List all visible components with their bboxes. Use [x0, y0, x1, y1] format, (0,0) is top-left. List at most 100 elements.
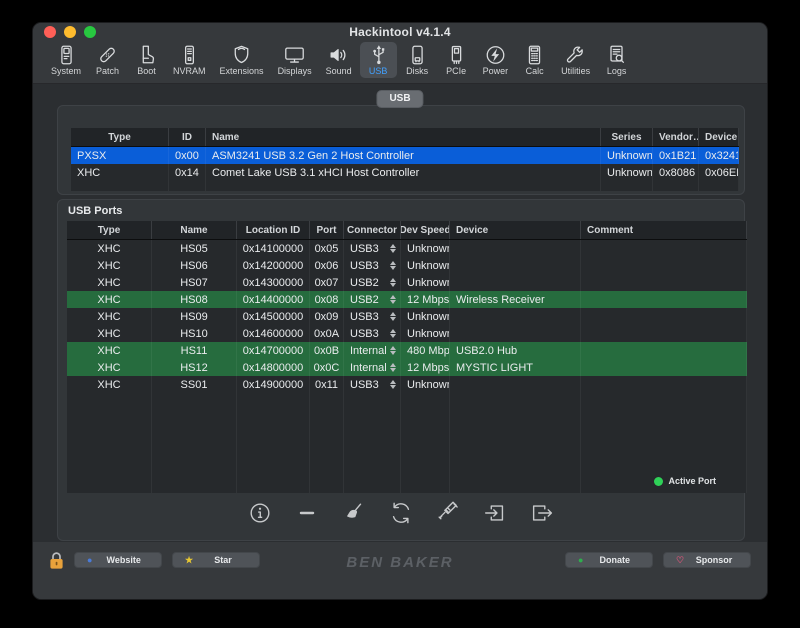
cell-dev_speed: 480 Mbps — [401, 342, 450, 359]
column-header[interactable]: ID — [169, 128, 206, 146]
toolbar-item-pcie[interactable]: PCIe — [438, 42, 475, 78]
star-button[interactable]: ★ Star — [172, 552, 260, 568]
cell-value: Unknown — [407, 311, 450, 323]
cell-dev_speed: Unknown — [401, 325, 450, 342]
cell-type: XHC — [67, 257, 152, 274]
port-row[interactable]: XHCHS050x141000000x05USB3Unknown — [67, 240, 747, 257]
cell-dev_speed: Unknown — [401, 257, 450, 274]
cell-type: XHC — [67, 376, 152, 393]
cell-device: USB2.0 Hub — [450, 342, 581, 359]
titlebar[interactable]: Hackintool v4.1.4 — [33, 23, 767, 41]
cell-type: PXSX — [71, 147, 169, 164]
clean-button[interactable] — [341, 500, 367, 526]
column-header[interactable]: Comment — [581, 221, 747, 239]
toolbar-item-label: Calc — [526, 66, 544, 76]
cell-comment — [581, 240, 747, 257]
cell-value: XHC — [97, 362, 120, 374]
toolbar-item-displays[interactable]: Displays — [272, 42, 318, 78]
export-button[interactable] — [529, 500, 555, 526]
cell-port: 0x0A — [310, 325, 344, 342]
toolbar-item-utilities[interactable]: Utilities — [555, 42, 596, 78]
remove-button[interactable] — [294, 500, 320, 526]
column-header[interactable]: Device… — [699, 128, 739, 146]
donate-button[interactable]: ● Donate — [565, 552, 653, 568]
port-row[interactable]: XHCSS010x149000000x11USB3Unknown — [67, 376, 747, 393]
column-header[interactable]: Location ID — [237, 221, 310, 239]
column-header[interactable]: Device — [450, 221, 581, 239]
toolbar-item-label: NVRAM — [173, 66, 206, 76]
refresh-button[interactable] — [388, 500, 414, 526]
column-header[interactable]: Type — [71, 128, 169, 146]
info-button[interactable] — [247, 500, 273, 526]
toolbar-item-boot[interactable]: Boot — [128, 42, 165, 78]
controller-row[interactable]: XHC0x14Comet Lake USB 3.1 xHCI Host Cont… — [71, 164, 739, 181]
zoom-window-button[interactable] — [84, 26, 96, 38]
column-header[interactable]: Connector — [344, 221, 401, 239]
toolbar-item-sound[interactable]: Sound — [320, 42, 358, 78]
toolbar-item-calc[interactable]: Calc — [516, 42, 553, 78]
column-header[interactable]: Dev Speed — [401, 221, 450, 239]
connector-stepper[interactable] — [390, 329, 396, 338]
cell-type: XHC — [71, 164, 169, 181]
power-icon — [483, 44, 508, 66]
cell-value: USB3 — [350, 379, 379, 391]
column-header[interactable]: Port — [310, 221, 344, 239]
connector-stepper[interactable] — [390, 278, 396, 287]
cell-series: Unknown — [601, 147, 653, 164]
column-header[interactable]: Vendor… — [653, 128, 699, 146]
toolbar-item-disks[interactable]: Disks — [399, 42, 436, 78]
port-row[interactable]: XHCHS100x146000000x0AUSB3Unknown — [67, 325, 747, 342]
cell-value: Unknown — [407, 379, 450, 391]
tab-usb[interactable]: USB — [376, 90, 423, 108]
clean-icon — [341, 500, 367, 526]
cell-device — [450, 240, 581, 257]
toolbar-item-extensions[interactable]: Extensions — [214, 42, 270, 78]
toolbar-item-usb[interactable]: USB — [360, 42, 397, 78]
toolbar-item-system[interactable]: System — [45, 42, 87, 78]
cell-device: Wireless Receiver — [450, 291, 581, 308]
connector-stepper[interactable] — [390, 380, 396, 389]
connector-stepper[interactable] — [390, 295, 396, 304]
column-header[interactable]: Name — [206, 128, 601, 146]
cell-value: 0x14800000 — [243, 362, 304, 374]
minimize-window-button[interactable] — [64, 26, 76, 38]
port-row[interactable]: XHCHS120x148000000x0CInternal12 MbpsMYST… — [67, 359, 747, 376]
column-header[interactable]: Type — [67, 221, 152, 239]
connector-stepper[interactable] — [390, 261, 396, 270]
inject-button[interactable] — [435, 500, 461, 526]
connector-stepper[interactable] — [390, 244, 396, 253]
port-row[interactable]: XHCHS060x142000000x06USB3Unknown — [67, 257, 747, 274]
port-row[interactable]: XHCHS090x145000000x09USB3Unknown — [67, 308, 747, 325]
website-button[interactable]: ● Website — [74, 552, 162, 568]
logs-icon — [604, 44, 629, 66]
toolbar-item-label: Boot — [137, 66, 156, 76]
table-empty-area — [71, 181, 739, 191]
connector-stepper[interactable] — [390, 312, 396, 321]
cell-name: SS01 — [152, 376, 237, 393]
cell-connector: USB3 — [344, 376, 401, 393]
toolbar-item-logs[interactable]: Logs — [598, 42, 635, 78]
port-row[interactable]: XHCHS070x143000000x07USB2Unknown — [67, 274, 747, 291]
footer: ● Website ★ Star BEN BAKER ● Donate ♡ Sp… — [33, 542, 767, 599]
toolbar-item-nvram[interactable]: NVRAM — [167, 42, 212, 78]
cell-value: HS12 — [180, 362, 208, 374]
sponsor-icon: ♡ — [676, 556, 684, 565]
close-window-button[interactable] — [44, 26, 56, 38]
cell-value: 0x08 — [315, 294, 339, 306]
import-button[interactable] — [482, 500, 508, 526]
connector-stepper[interactable] — [390, 346, 396, 355]
port-row[interactable]: XHCHS080x144000000x08USB212 MbpsWireless… — [67, 291, 747, 308]
active-port-label: Active Port — [668, 476, 716, 486]
column-header[interactable]: Series — [601, 128, 653, 146]
column-header[interactable]: Name — [152, 221, 237, 239]
controller-row[interactable]: PXSX0x00ASM3241 USB 3.2 Gen 2 Host Contr… — [71, 147, 739, 164]
toolbar-item-power[interactable]: Power — [477, 42, 515, 78]
port-row[interactable]: XHCHS110x147000000x0BInternal480 MbpsUSB… — [67, 342, 747, 359]
usb-icon — [366, 44, 391, 66]
cell-type: XHC — [67, 274, 152, 291]
cell-value: 0x00 — [175, 150, 199, 162]
connector-stepper[interactable] — [390, 363, 396, 372]
sponsor-button[interactable]: ♡ Sponsor — [663, 552, 751, 568]
cell-value: XHC — [97, 379, 120, 391]
toolbar-item-patch[interactable]: Patch — [89, 42, 126, 78]
